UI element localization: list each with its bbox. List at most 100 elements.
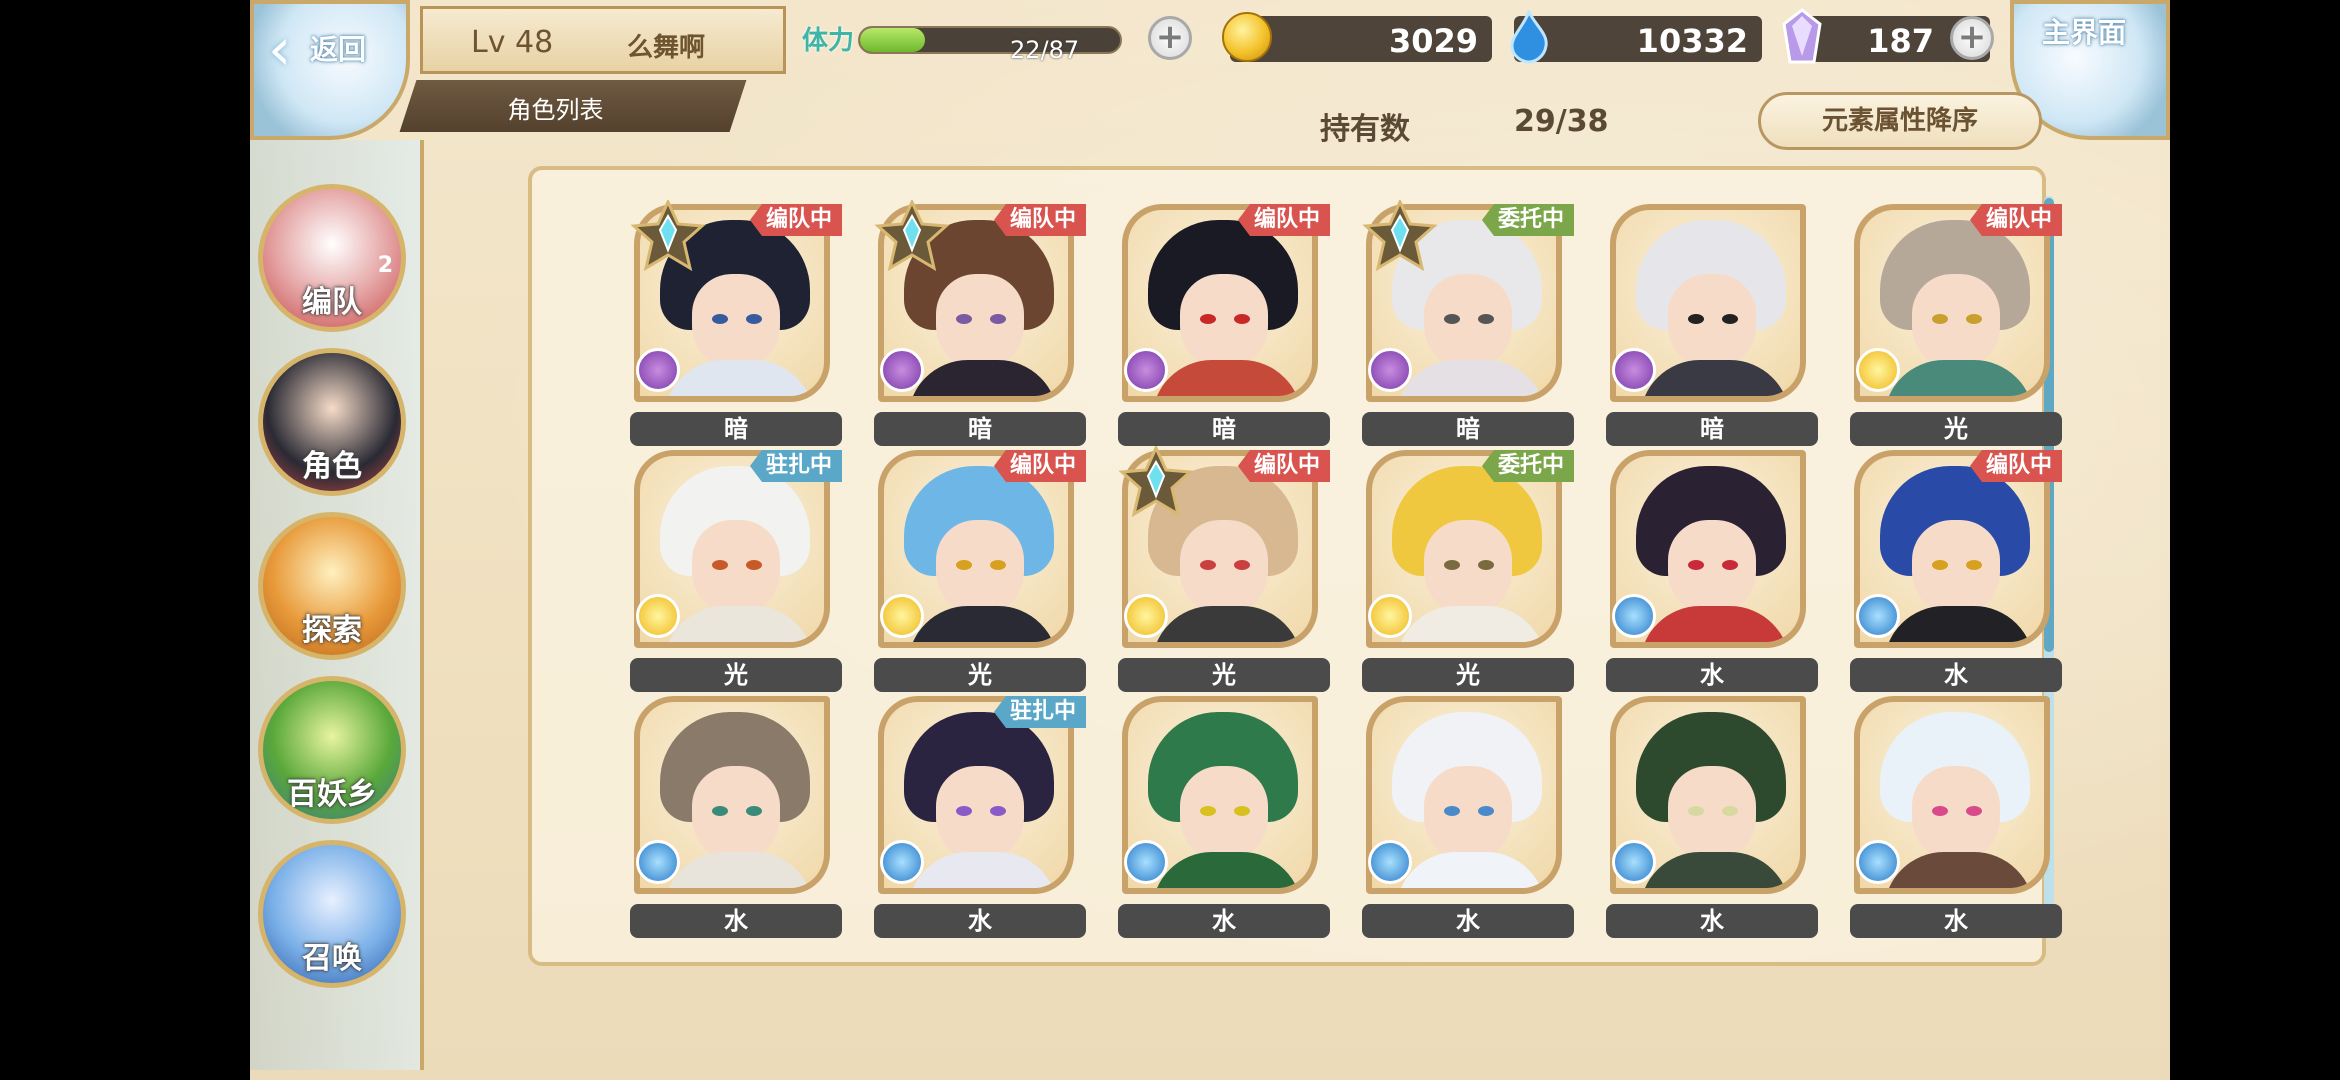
portrait-face: [1180, 520, 1268, 616]
portrait-eye: [1688, 806, 1704, 816]
character-card[interactable]: 编队中光: [1850, 200, 2064, 446]
portrait-face: [1668, 520, 1756, 616]
status-tag: 编队中: [1237, 450, 1330, 482]
portrait-face: [1912, 520, 2000, 616]
portrait-eye: [712, 314, 728, 324]
portrait-face: [1180, 274, 1268, 370]
portrait-eye: [1444, 806, 1460, 816]
portrait-eye: [1932, 560, 1948, 570]
element-label: 水: [874, 904, 1086, 938]
portrait-face: [692, 766, 780, 862]
gold-display: 3029: [1222, 12, 1492, 62]
status-tag: 编队中: [749, 204, 842, 236]
portrait-outfit: [1152, 852, 1302, 888]
element-label: 暗: [630, 412, 842, 446]
stamina-bar-fill: [860, 28, 925, 52]
character-card[interactable]: 驻扎中光: [630, 446, 844, 692]
water-element-icon: [1124, 840, 1168, 884]
gold-value: 3029: [1388, 22, 1478, 60]
star-rank-icon: [630, 200, 706, 272]
character-card[interactable]: 编队中暗: [630, 200, 844, 446]
portrait-eye: [712, 560, 728, 570]
portrait-eye: [1688, 560, 1704, 570]
portrait-outfit: [908, 852, 1058, 888]
status-tag: 委托中: [1481, 204, 1574, 236]
water-element-icon: [636, 840, 680, 884]
element-label: 光: [1850, 412, 2062, 446]
light-element-icon: [1856, 348, 1900, 392]
player-level-plate: Lv 48 么舞啊: [420, 6, 786, 74]
light-element-icon: [880, 594, 924, 638]
character-card[interactable]: 水: [1362, 692, 1576, 938]
stamina-label: 体力: [802, 26, 855, 56]
sort-button[interactable]: 元素属性降序: [1758, 92, 2042, 150]
back-label: 返回: [310, 33, 367, 66]
character-card[interactable]: 驻扎中水: [874, 692, 1088, 938]
water-element-icon: [1368, 840, 1412, 884]
character-card[interactable]: 暗: [1606, 200, 1820, 446]
nav-village-label: 百妖乡: [287, 777, 377, 812]
status-tag: 编队中: [1969, 204, 2062, 236]
portrait-outfit: [1884, 852, 2034, 888]
player-name: 么舞啊: [627, 33, 706, 63]
character-card[interactable]: 委托中光: [1362, 446, 1576, 692]
stamina-display: 体力 22/87: [802, 14, 1148, 64]
owned-count-value: 29/38: [1514, 104, 1609, 139]
water-element-icon: [1856, 840, 1900, 884]
player-level: Lv 48: [471, 25, 554, 60]
portrait-eye: [1234, 806, 1250, 816]
nav-team[interactable]: 2 编队: [258, 184, 406, 332]
portrait-outfit: [1884, 360, 2034, 396]
add-gem-button[interactable]: +: [1950, 16, 1994, 60]
portrait-face: [1424, 766, 1512, 862]
portrait-eye: [1234, 560, 1250, 570]
light-element-icon: [1368, 594, 1412, 638]
portrait-eye: [990, 560, 1006, 570]
spirit-flame-icon: [1510, 10, 1548, 64]
portrait-eye: [956, 560, 972, 570]
water-element-icon: [1612, 594, 1656, 638]
character-card[interactable]: 委托中暗: [1362, 200, 1576, 446]
character-card[interactable]: 水: [1606, 446, 1820, 692]
main-menu-label: 主界面: [2042, 16, 2127, 49]
nav-characters-label: 角色: [302, 449, 362, 484]
character-card[interactable]: 水: [1606, 692, 1820, 938]
nav-explore-label: 探索: [302, 613, 362, 648]
character-card[interactable]: 编队中水: [1850, 446, 2064, 692]
character-card[interactable]: 编队中光: [1118, 446, 1332, 692]
portrait-eye: [1688, 314, 1704, 324]
add-stamina-button[interactable]: +: [1148, 16, 1192, 60]
character-card[interactable]: 水: [1118, 692, 1332, 938]
portrait-eye: [712, 806, 728, 816]
portrait-eye: [746, 806, 762, 816]
portrait-eye: [1234, 314, 1250, 324]
portrait-eye: [1722, 314, 1738, 324]
spirit-display: 10332: [1510, 10, 1762, 64]
character-card[interactable]: 编队中暗: [874, 200, 1088, 446]
element-label: 光: [874, 658, 1086, 692]
element-label: 水: [1850, 658, 2062, 692]
water-element-icon: [880, 840, 924, 884]
element-label: 光: [1118, 658, 1330, 692]
portrait-face: [936, 520, 1024, 616]
gold-coin-icon: [1222, 12, 1272, 62]
back-button[interactable]: ‹ 返回: [250, 0, 410, 140]
stamina-value: 22/87: [1010, 36, 1080, 64]
character-card[interactable]: 编队中暗: [1118, 200, 1332, 446]
portrait-eye: [1478, 560, 1494, 570]
status-tag: 编队中: [993, 450, 1086, 482]
nav-explore[interactable]: 探索: [258, 512, 406, 660]
status-tag: 委托中: [1481, 450, 1574, 482]
nav-summon[interactable]: 召唤: [258, 840, 406, 988]
portrait-eye: [746, 560, 762, 570]
portrait-eye: [1444, 560, 1460, 570]
character-card[interactable]: 编队中光: [874, 446, 1088, 692]
element-label: 水: [1606, 658, 1818, 692]
portrait-eye: [990, 806, 1006, 816]
character-card[interactable]: 水: [630, 692, 844, 938]
nav-village[interactable]: 百妖乡: [258, 676, 406, 824]
light-element-icon: [1124, 594, 1168, 638]
nav-characters[interactable]: 角色: [258, 348, 406, 496]
character-card[interactable]: 水: [1850, 692, 2064, 938]
portrait-eye: [1478, 314, 1494, 324]
